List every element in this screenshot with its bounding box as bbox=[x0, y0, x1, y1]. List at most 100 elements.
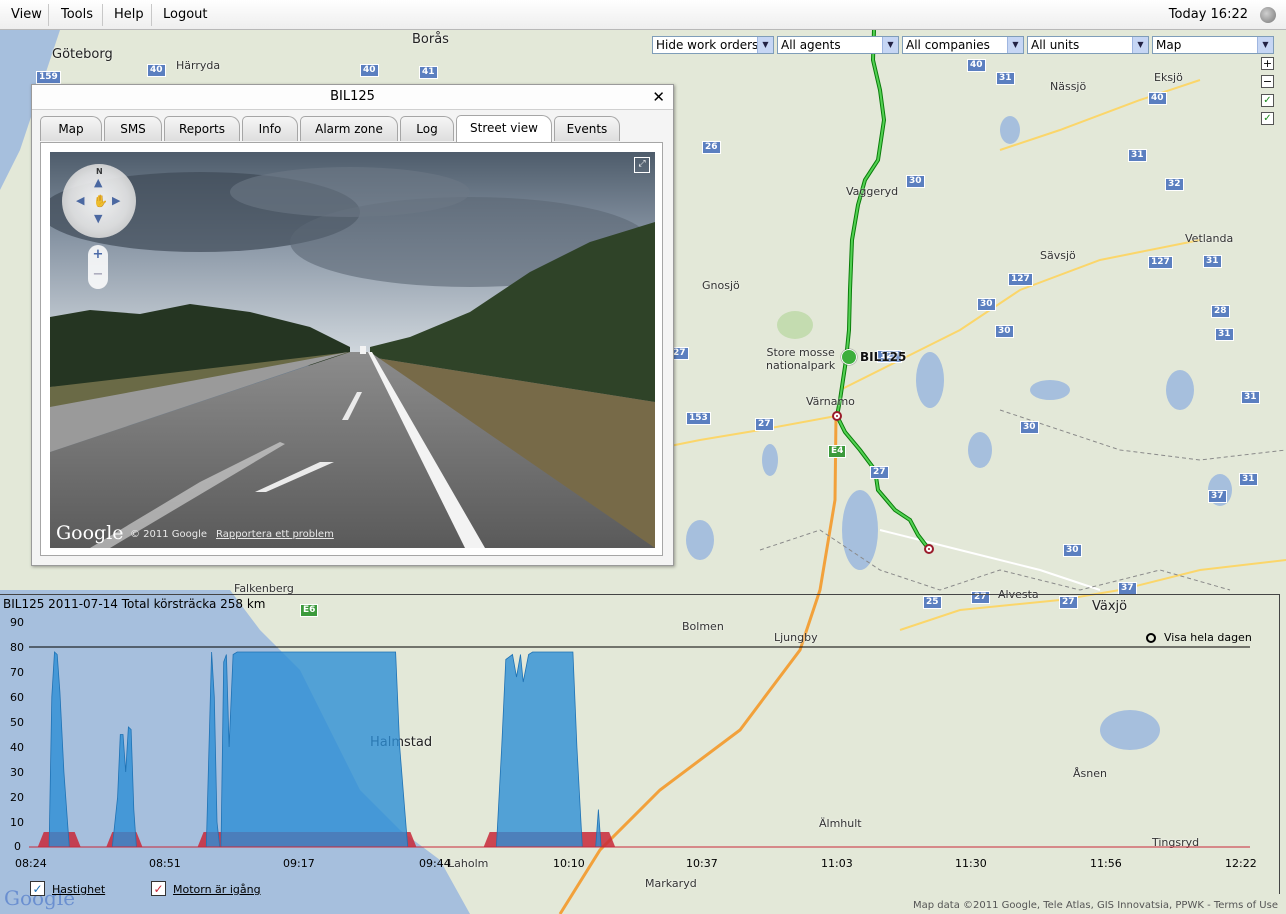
zoom-in-button[interactable]: + bbox=[1261, 57, 1274, 70]
tab-map[interactable]: Map bbox=[40, 116, 102, 141]
menu-bar: View Tools Help Logout Today 16:22 bbox=[0, 0, 1286, 30]
speed-area bbox=[29, 651, 620, 848]
close-icon[interactable]: ✕ bbox=[652, 88, 665, 106]
zoom-out-icon bbox=[1146, 633, 1156, 643]
legend-engine-on[interactable]: Motorn är igång bbox=[173, 883, 261, 896]
tab-log[interactable]: Log bbox=[400, 116, 454, 141]
sv-zoom-out-button[interactable]: − bbox=[88, 265, 108, 285]
tab-info[interactable]: Info bbox=[242, 116, 298, 141]
street-view-zoom: + − bbox=[88, 245, 108, 289]
layer-checkbox[interactable]: ✓ bbox=[1261, 112, 1274, 125]
road-shield: 30 bbox=[906, 175, 925, 188]
road-shield: 31 bbox=[1241, 391, 1260, 404]
expand-icon[interactable]: ⤢ bbox=[634, 157, 650, 173]
road-shield: 40 bbox=[147, 64, 166, 77]
layer-checkbox[interactable]: ✓ bbox=[1261, 94, 1274, 107]
y-tick-label: 80 bbox=[10, 641, 24, 654]
speed-checkbox[interactable]: ✓ bbox=[30, 881, 45, 896]
menu-help[interactable]: Help bbox=[114, 7, 144, 22]
tab-alarm-zone[interactable]: Alarm zone bbox=[300, 116, 398, 141]
units-select[interactable]: All units ▼ bbox=[1027, 36, 1149, 54]
x-tick-label: 09:17 bbox=[283, 857, 315, 870]
vehicle-label[interactable]: BIL125 bbox=[860, 350, 906, 364]
place-label: Sävsjö bbox=[1040, 249, 1076, 262]
y-tick-label: 30 bbox=[10, 766, 24, 779]
legend-speed[interactable]: Hastighet bbox=[52, 883, 105, 896]
workorders-select[interactable]: Hide work orders ▼ bbox=[652, 36, 774, 54]
stop-marker[interactable] bbox=[924, 544, 934, 554]
tab-sms[interactable]: SMS bbox=[104, 116, 162, 141]
chevron-down-icon: ▼ bbox=[882, 37, 898, 53]
park-label: Store mosse nationalpark bbox=[766, 346, 836, 372]
clock: Today 16:22 bbox=[1168, 7, 1248, 22]
companies-select[interactable]: All companies ▼ bbox=[902, 36, 1024, 54]
road-shield: 40 bbox=[360, 64, 379, 77]
agents-select[interactable]: All agents ▼ bbox=[777, 36, 899, 54]
stop-marker[interactable] bbox=[832, 411, 842, 421]
tab-reports[interactable]: Reports bbox=[164, 116, 240, 141]
x-tick-label: 09:44 bbox=[419, 857, 451, 870]
y-tick-label: 70 bbox=[10, 666, 24, 679]
road-shield: 127 bbox=[1148, 256, 1173, 269]
zoom-out-button[interactable]: − bbox=[1261, 75, 1274, 88]
menu-separator bbox=[48, 4, 49, 26]
y-tick-label: 90 bbox=[10, 616, 24, 629]
pan-left-icon[interactable]: ◀ bbox=[76, 194, 84, 207]
place-label: Eksjö bbox=[1154, 71, 1183, 84]
road-shield: 27 bbox=[870, 466, 889, 479]
x-tick-label: 08:24 bbox=[15, 857, 47, 870]
place-label: Vaggeryd bbox=[846, 185, 899, 198]
pan-up-icon[interactable]: ▲ bbox=[94, 176, 102, 189]
sv-zoom-in-button[interactable]: + bbox=[88, 245, 108, 265]
place-label: Borås bbox=[412, 32, 449, 47]
place-label: Gnosjö bbox=[702, 279, 740, 292]
engine-checkbox[interactable]: ✓ bbox=[151, 881, 166, 896]
road-shield: 32 bbox=[1165, 178, 1184, 191]
road-shield: 31 bbox=[1239, 473, 1258, 486]
show-whole-day-link[interactable]: Visa hela dagen bbox=[1146, 631, 1252, 644]
hand-icon[interactable]: ✋ bbox=[93, 194, 108, 208]
road-shield: 30 bbox=[1020, 421, 1039, 434]
road-shield: 27 bbox=[755, 418, 774, 431]
vehicle-marker[interactable] bbox=[841, 349, 857, 365]
pan-down-icon[interactable]: ▼ bbox=[94, 212, 102, 225]
chevron-down-icon: ▼ bbox=[757, 37, 773, 53]
street-view-nav-control[interactable]: N ▲ ▼ ◀ ▶ ✋ bbox=[62, 164, 136, 238]
menu-separator bbox=[151, 4, 152, 26]
menu-tools[interactable]: Tools bbox=[61, 7, 93, 22]
y-tick-label: 20 bbox=[10, 791, 24, 804]
menu-logout[interactable]: Logout bbox=[163, 7, 208, 22]
y-tick-label: 10 bbox=[10, 816, 24, 829]
speed-chart: BIL125 2011-07-14 Total körsträcka 258 k… bbox=[0, 594, 1280, 896]
chevron-down-icon: ▼ bbox=[1257, 37, 1273, 53]
road-shield: 31 bbox=[1203, 255, 1222, 268]
road-shield: 40 bbox=[967, 59, 986, 72]
road-shield: 30 bbox=[995, 325, 1014, 338]
menu-view[interactable]: View bbox=[11, 7, 42, 22]
x-tick-label: 08:51 bbox=[149, 857, 181, 870]
units-select-value: All units bbox=[1031, 38, 1080, 52]
y-tick-label: 50 bbox=[10, 716, 24, 729]
pan-right-icon[interactable]: ▶ bbox=[112, 194, 120, 207]
vehicle-dialog: BIL125 ✕ Map SMS Reports Info Alarm zone… bbox=[31, 84, 674, 566]
google-logo: Google bbox=[56, 522, 124, 544]
x-tick-label: 11:30 bbox=[955, 857, 987, 870]
chart-plot[interactable] bbox=[0, 595, 1280, 895]
tab-events[interactable]: Events bbox=[554, 116, 620, 141]
road-shield: 159 bbox=[36, 71, 61, 84]
report-problem-link[interactable]: Rapportera ett problem bbox=[216, 529, 334, 540]
road-shield: 37 bbox=[1208, 490, 1227, 503]
maptype-select-value: Map bbox=[1156, 38, 1182, 52]
road-shield: 31 bbox=[996, 72, 1015, 85]
chevron-down-icon: ▼ bbox=[1007, 37, 1023, 53]
north-indicator: N bbox=[96, 167, 103, 176]
x-tick-label: 11:56 bbox=[1090, 857, 1122, 870]
y-tick-label: 0 bbox=[14, 840, 21, 853]
road-shield: 26 bbox=[702, 141, 721, 154]
street-view-image[interactable]: N ▲ ▼ ◀ ▶ ✋ + − ⤢ Google © 2011 Google R… bbox=[50, 152, 655, 548]
maptype-select[interactable]: Map ▼ bbox=[1152, 36, 1274, 54]
road-shield: 31 bbox=[1128, 149, 1147, 162]
x-tick-label: 12:22 bbox=[1225, 857, 1257, 870]
tab-street-view[interactable]: Street view bbox=[456, 115, 552, 142]
road-shield: E4 bbox=[828, 445, 847, 458]
